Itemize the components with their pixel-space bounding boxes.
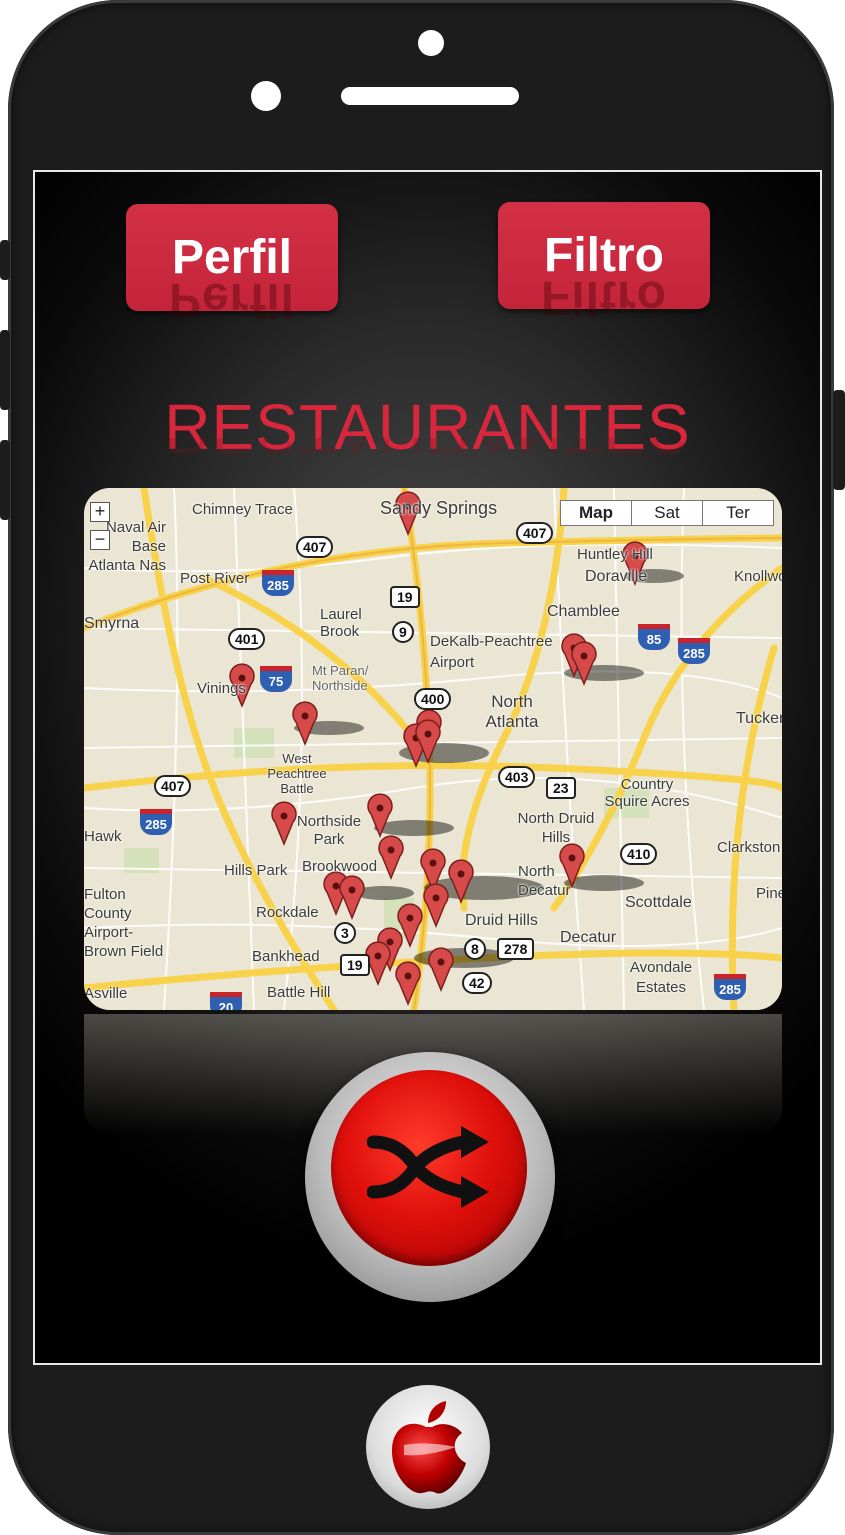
place-label: Rockdale (256, 904, 319, 921)
map-marker-dot (386, 938, 394, 946)
place-label: Bankhead (252, 948, 320, 965)
route-shield: 23 (546, 777, 576, 799)
place-label: Mt Paran/ Northside (312, 663, 369, 693)
place-label: Fulton County Airport-Brown Field (84, 886, 164, 960)
map-marker-dot (437, 958, 445, 966)
place-label: Tucker (736, 710, 782, 727)
route-shield: 403 (498, 766, 536, 788)
place-label: Doraville (585, 568, 648, 585)
place-label: Country Squire Acres (604, 776, 690, 810)
route-shield: 400 (414, 688, 452, 710)
phone-frame: Perfil Perfil Filtro Filtro RESTAURANTES… (8, 0, 834, 1535)
home-button[interactable] (366, 1385, 490, 1509)
map-marker-dot (457, 870, 465, 878)
interstate-shield: 285 (714, 974, 746, 1000)
filter-button[interactable]: Filtro Filtro (498, 202, 710, 324)
interstate-shield: 285 (140, 809, 172, 835)
route-shield: 407 (296, 536, 334, 558)
route-shield: 19 (390, 586, 420, 608)
app-screen: Perfil Perfil Filtro Filtro RESTAURANTES… (33, 170, 822, 1365)
map-type-satellite[interactable]: Sat (631, 500, 703, 526)
place-label: Clarkston (717, 839, 781, 856)
interstate-shield: 85 (638, 624, 670, 650)
place-label: Decatur (560, 929, 617, 946)
map-marker-dot (332, 882, 340, 890)
power-button[interactable] (833, 390, 845, 490)
route-shield: 278 (497, 938, 535, 960)
zoom-in-button[interactable]: + (90, 502, 110, 522)
place-label: Brookwood (302, 858, 378, 875)
interstate-shield: 75 (260, 666, 292, 692)
place-label: Scottdale (625, 894, 692, 911)
proximity-sensor (251, 81, 281, 111)
map-marker-dot (387, 846, 395, 854)
map-marker-dot (432, 894, 440, 902)
place-label: Asville (84, 985, 128, 1002)
place-label: Northside Park (296, 813, 362, 848)
route-shield: 19 (340, 954, 370, 976)
filter-button-label: Filtro (544, 229, 664, 282)
map-marker-dot (404, 972, 412, 980)
place-label: West Peachtree Battle (267, 751, 327, 796)
route-shield: 9 (392, 621, 414, 643)
route-shield: 407 (516, 522, 554, 544)
place-label: Post River (180, 570, 250, 587)
map-marker-dot (301, 712, 309, 720)
route-shield: 401 (228, 628, 266, 650)
map-marker-dot (580, 652, 588, 660)
place-label: North Druid Hills (517, 810, 595, 846)
zoom-out-button[interactable]: − (90, 530, 110, 550)
interstate-shield: 285 (678, 638, 710, 664)
mute-switch[interactable] (0, 240, 10, 280)
shuffle-button-face (331, 1070, 527, 1266)
route-shield: 8 (464, 938, 486, 960)
map-marker-dot (348, 886, 356, 894)
route-shield: 3 (334, 922, 356, 944)
map-marker-dot (424, 730, 432, 738)
map-type-terrain[interactable]: Ter (702, 500, 774, 526)
profile-button-label: Perfil (171, 231, 293, 284)
place-label: Chamblee (547, 603, 620, 620)
place-label: Battle Hill (267, 984, 331, 1001)
volume-up-button[interactable] (0, 330, 10, 410)
volume-down-button[interactable] (0, 440, 10, 520)
place-label: Sandy Springs (380, 498, 498, 518)
front-camera (418, 30, 444, 56)
place-label: North Atlanta (485, 692, 539, 731)
place-label: Chimney Trace (192, 501, 293, 518)
shuffle-icon (367, 1126, 489, 1208)
map-marker-dot (376, 804, 384, 812)
place-label: Laurel Brook (320, 606, 362, 640)
map-marker-dot (568, 854, 576, 862)
place-label: Vinings (197, 680, 246, 697)
map-roads (84, 488, 782, 1010)
interstate-shield: 285 (262, 570, 294, 596)
map-marker-dot (280, 812, 288, 820)
place-label: Huntley Hill (577, 546, 653, 563)
interstate-shield: 20 (210, 992, 242, 1010)
map-marker-dot (406, 914, 414, 922)
place-label: DeKalb-Peachtree Airport (430, 633, 553, 671)
route-shield: 407 (154, 775, 192, 797)
place-label: Druid Hills (465, 912, 538, 929)
route-shield: 410 (620, 843, 658, 865)
place-label: Smyrna (84, 615, 140, 632)
restaurant-map[interactable]: Chimney Trace Sandy Springs Huntley Hill… (84, 488, 782, 1010)
place-label: Hawk (84, 828, 122, 845)
place-label: Hills Park (224, 862, 288, 879)
earpiece-speaker (341, 87, 519, 105)
page-title: RESTAURANTES (164, 391, 691, 463)
shuffle-button[interactable] (305, 1052, 555, 1302)
place-label: Avondale Estates (629, 959, 693, 996)
place-label: Knollwood (734, 568, 782, 585)
profile-button[interactable]: Perfil Perfil (126, 204, 338, 326)
place-label: North Decatur (518, 863, 571, 899)
place-label: Pine (756, 885, 782, 902)
map-marker-dot (374, 952, 382, 960)
route-shield: 42 (462, 972, 492, 994)
map-type-map[interactable]: Map (560, 500, 632, 526)
map-marker-dot (429, 859, 437, 867)
apple-logo-icon (392, 1401, 466, 1494)
